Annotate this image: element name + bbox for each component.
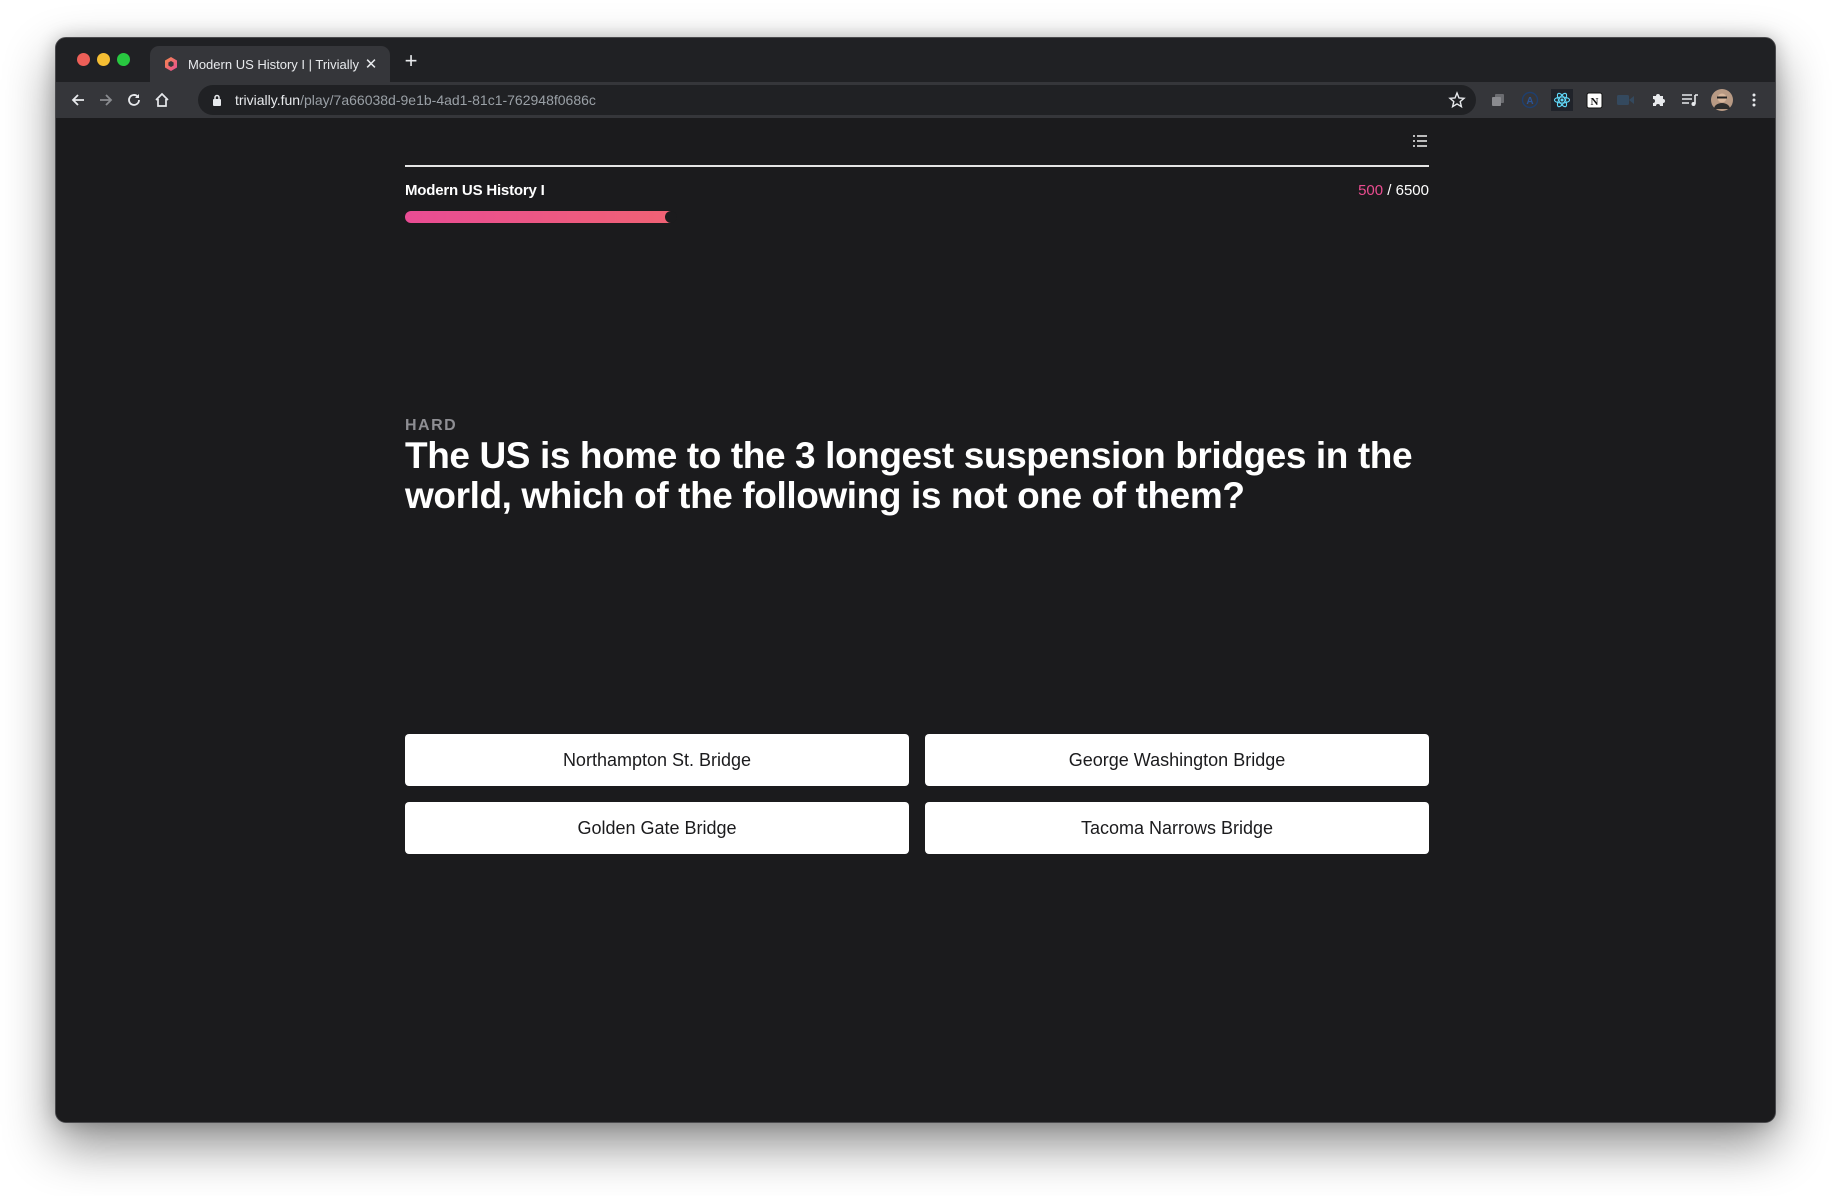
progress-fill [405,211,671,223]
tab-title: Modern US History I | Trivially [188,56,359,72]
address-bar[interactable]: trivially.fun/play/7a66038d-9e1b-4ad1-81… [198,85,1476,115]
back-icon[interactable] [66,88,90,112]
list-menu-icon[interactable] [1413,134,1427,147]
media-queue-icon[interactable] [1679,89,1701,111]
svg-text:A: A [1526,96,1533,107]
url-text[interactable]: trivially.fun/play/7a66038d-9e1b-4ad1-81… [235,92,596,108]
a-circle-icon[interactable]: A [1519,89,1541,111]
url-domain: trivially.fun [235,92,301,108]
tab-strip: Modern US History I | Trivially ✕ + [56,38,1775,82]
question-text: The US is home to the 3 longest suspensi… [405,435,1413,516]
close-window-button[interactable] [77,53,90,66]
answer-option-4[interactable]: Tacoma Narrows Bridge [925,802,1429,854]
browser-tab-active[interactable]: Modern US History I | Trivially ✕ [150,46,390,82]
forward-icon[interactable] [94,88,118,112]
answer-option-1[interactable]: Northampton St. Bridge [405,734,909,786]
difficulty-label: HARD [405,417,458,434]
minimize-window-button[interactable] [97,53,110,66]
hexagon-logo-icon [163,56,179,72]
extensions-puzzle-icon[interactable] [1647,89,1669,111]
answer-option-2[interactable]: George Washington Bridge [925,734,1429,786]
maximize-window-button[interactable] [117,53,130,66]
url-path: /play/7a66038d-9e1b-4ad1-81c1-762948f068… [300,92,596,108]
progress-bar [405,211,1429,223]
home-icon[interactable] [150,88,174,112]
svg-text:N: N [1590,96,1598,108]
new-tab-button[interactable]: + [399,50,423,74]
more-menu-icon[interactable] [1743,89,1765,111]
browser-toolbar: trivially.fun/play/7a66038d-9e1b-4ad1-81… [56,82,1775,118]
lock-icon[interactable] [210,93,224,107]
quiz-container: Modern US History I 500 / 6500 HARD The … [405,118,1429,1122]
tab-close-icon[interactable]: ✕ [362,55,380,73]
video-camera-icon[interactable] [1615,89,1637,111]
tab-copy-icon[interactable] [1487,89,1509,111]
score-current: 500 [1358,182,1384,199]
react-devtools-icon[interactable] [1551,89,1573,111]
bookmark-star-icon[interactable] [1448,91,1466,109]
reload-icon[interactable] [122,88,146,112]
progress-cap [665,211,677,223]
score-total: 6500 [1395,182,1429,199]
quiz-title: Modern US History I [405,182,545,199]
score-separator: / [1383,182,1396,199]
profile-avatar[interactable] [1711,89,1733,111]
browser-window: Modern US History I | Trivially ✕ + triv… [55,37,1776,1123]
answer-option-3[interactable]: Golden Gate Bridge [405,802,909,854]
page-content: Modern US History I 500 / 6500 HARD The … [56,118,1775,1122]
score-display: 500 / 6500 [1358,182,1429,199]
answer-grid: Northampton St. Bridge George Washington… [405,734,1429,854]
header-divider [405,165,1429,167]
notion-icon[interactable]: N [1583,89,1605,111]
